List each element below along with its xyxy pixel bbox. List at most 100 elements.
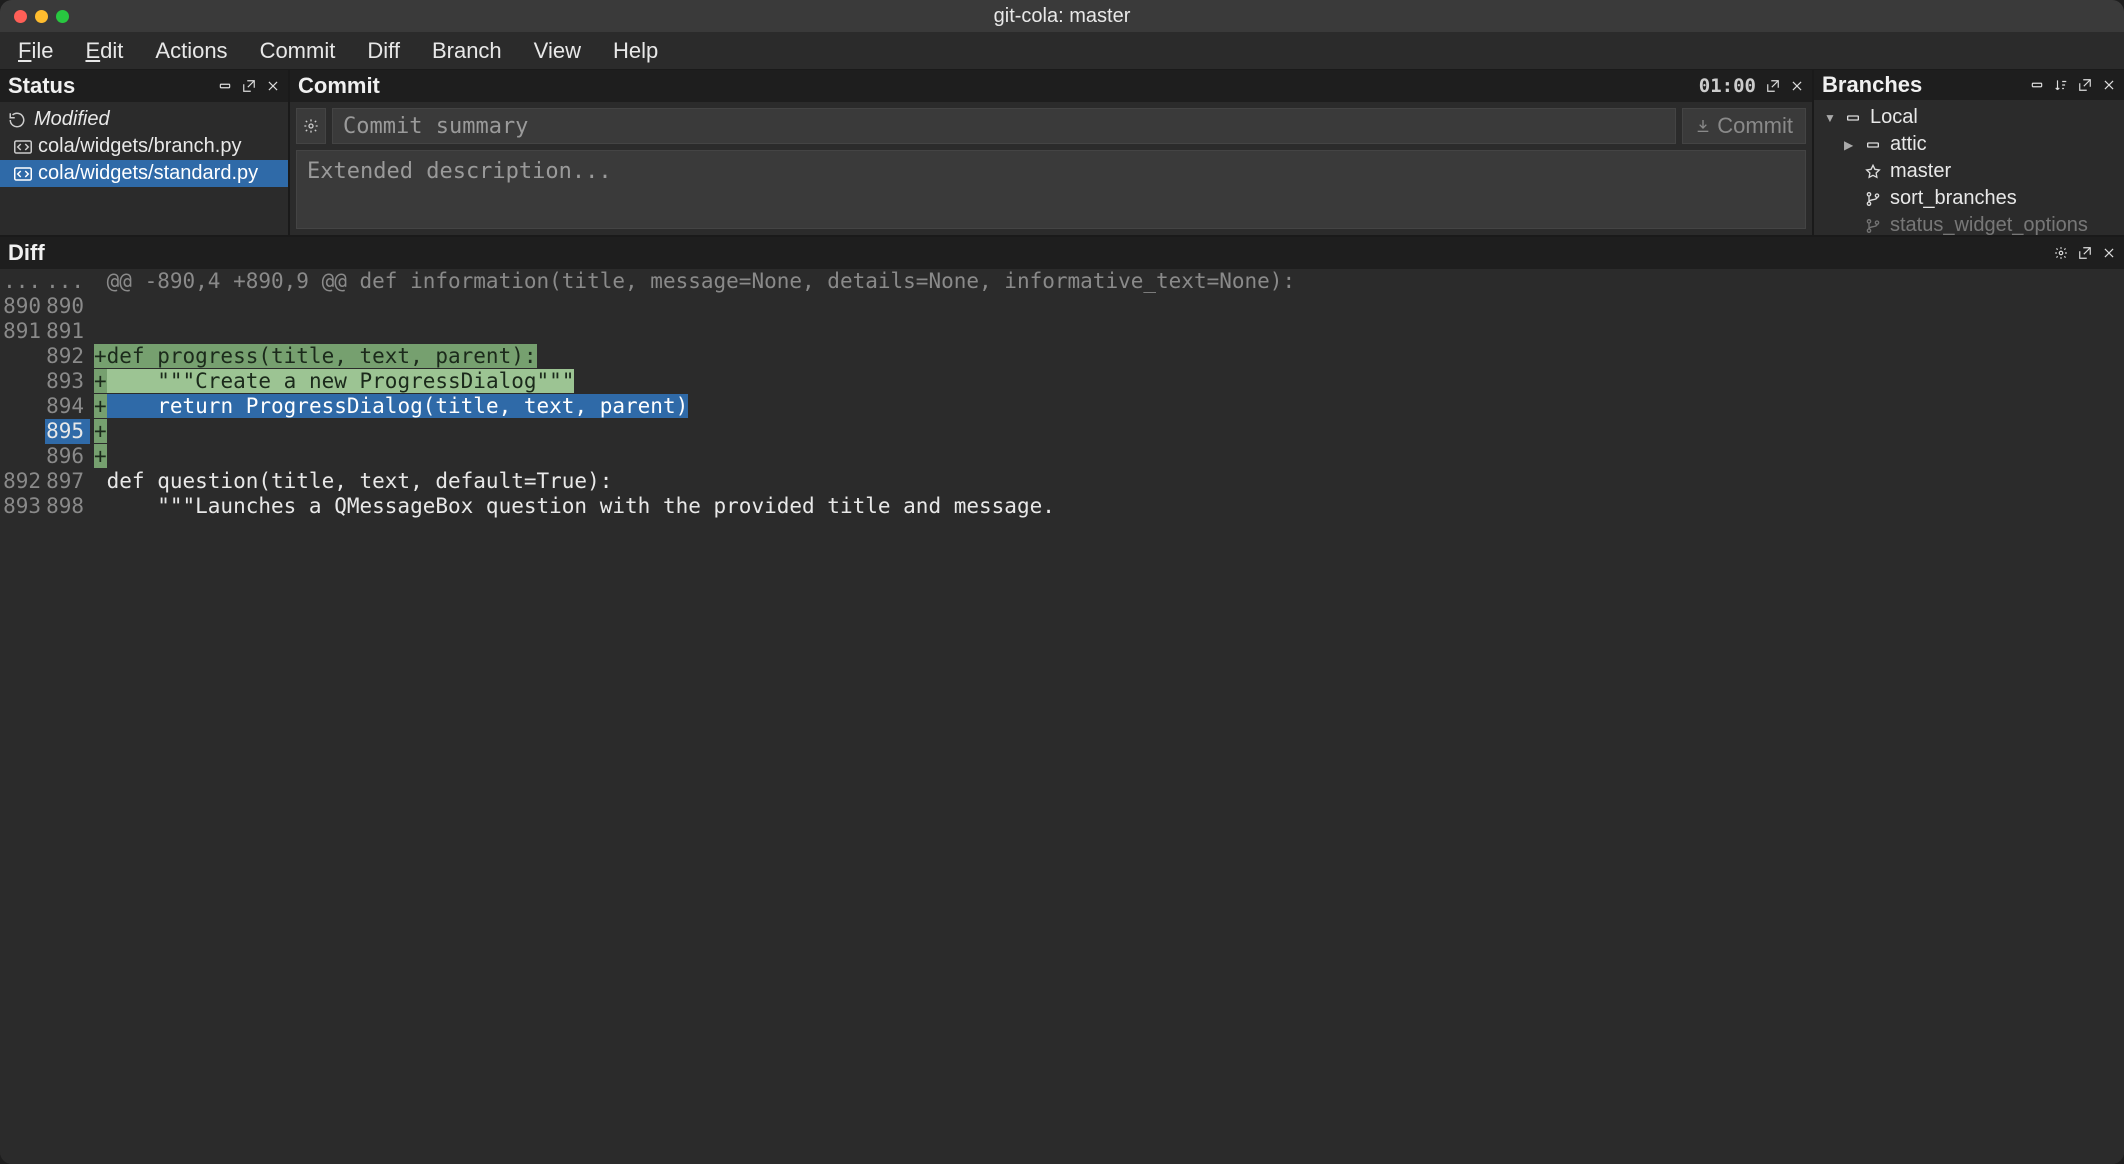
diff-code: def question(title, text, default=True): — [90, 469, 612, 494]
line-number-new: 892 — [45, 344, 90, 369]
folder-icon — [1844, 110, 1862, 126]
line-number-new: 890 — [45, 294, 90, 319]
menu-actions[interactable]: Actions — [147, 36, 235, 66]
branch-name: sort_branches — [1890, 187, 2017, 210]
diff-line[interactable]: ...... @@ -890,4 +890,9 @@ def informati… — [0, 269, 2124, 294]
branches-detach-icon[interactable] — [2078, 78, 2092, 92]
line-number-new: 894 — [45, 394, 90, 419]
diff-line[interactable]: 893+ """Create a new ProgressDialog""" — [0, 369, 2124, 394]
diff-detach-icon[interactable] — [2078, 246, 2092, 260]
branch-icon — [1864, 218, 1882, 234]
diff-line[interactable]: 893898 """Launches a QMessageBox questio… — [0, 494, 2124, 519]
branches-sort-icon[interactable] — [2054, 78, 2068, 92]
line-number-old — [0, 444, 45, 469]
diff-code: + — [90, 444, 107, 469]
star-icon — [1864, 164, 1882, 180]
diff-pane-header: Diff — [0, 237, 2124, 269]
line-number-old — [0, 369, 45, 394]
diff-code: + return ProgressDialog(title, text, par… — [90, 394, 688, 419]
branches-body: ▼ Local ▶ attic mas — [1814, 100, 2124, 235]
commit-options-button[interactable] — [296, 108, 326, 144]
branch-name: attic — [1890, 133, 1927, 156]
status-file[interactable]: cola/widgets/standard.py — [0, 160, 288, 187]
line-number-new: 896 — [45, 444, 90, 469]
menu-branch[interactable]: Branch — [424, 36, 510, 66]
status-body: Modified cola/widgets/branch.py cola/wid… — [0, 102, 288, 191]
line-number-new: 898 — [45, 494, 90, 519]
diff-line[interactable]: 890890 — [0, 294, 2124, 319]
line-number-old — [0, 344, 45, 369]
diff-pane: Diff ...... @@ -890,4 +890,9 @@ def info… — [0, 235, 2124, 1164]
commit-summary-input[interactable] — [332, 108, 1676, 144]
branch-name: status_widget_options — [1890, 214, 2088, 235]
line-number-old: ... — [0, 269, 45, 294]
commit-timer: 01:00 — [1699, 75, 1756, 97]
branches-collapse-icon[interactable] — [2030, 78, 2044, 92]
diff-line[interactable]: 894+ return ProgressDialog(title, text, … — [0, 394, 2124, 419]
line-number-old — [0, 419, 45, 444]
menu-edit[interactable]: Edit — [77, 36, 131, 66]
folder-icon — [1864, 137, 1882, 153]
branches-local-group[interactable]: ▼ Local — [1814, 104, 2124, 131]
app-window: git-cola: master File Edit Actions Commi… — [0, 0, 2124, 1164]
status-pane-header: Status — [0, 70, 288, 102]
diff-code: +def progress(title, text, parent): — [90, 344, 537, 369]
menu-view[interactable]: View — [526, 36, 589, 66]
diff-line[interactable]: 892+def progress(title, text, parent): — [0, 344, 2124, 369]
branch-item[interactable]: master — [1814, 158, 2124, 185]
diff-body[interactable]: ...... @@ -890,4 +890,9 @@ def informati… — [0, 269, 2124, 1164]
menubar: File Edit Actions Commit Diff Branch Vie… — [0, 32, 2124, 70]
line-number-new: 893 — [45, 369, 90, 394]
branch-item[interactable]: status_widget_options — [1814, 212, 2124, 235]
commit-detach-icon[interactable] — [1766, 79, 1780, 93]
diff-settings-icon[interactable] — [2054, 246, 2068, 260]
status-collapse-icon[interactable] — [218, 79, 232, 93]
branches-pane-header: Branches — [1814, 70, 2124, 100]
branches-pane: Branches ▼ — [1814, 70, 2124, 235]
branch-icon — [1864, 191, 1882, 207]
status-pane: Status Modified — [0, 70, 290, 235]
line-number-new: ... — [45, 269, 90, 294]
status-group-label: Modified — [34, 108, 110, 131]
commit-description-input[interactable] — [296, 150, 1806, 229]
commit-button[interactable]: Commit — [1682, 108, 1806, 144]
status-file[interactable]: cola/widgets/branch.py — [0, 133, 288, 160]
line-number-old: 890 — [0, 294, 45, 319]
branch-name: master — [1890, 160, 1951, 183]
diff-code — [90, 319, 94, 344]
status-group-modified[interactable]: Modified — [0, 106, 288, 133]
menu-file[interactable]: File — [10, 36, 61, 66]
expand-triangle-icon: ▼ — [1824, 111, 1836, 125]
menu-help[interactable]: Help — [605, 36, 666, 66]
status-close-icon[interactable] — [266, 79, 280, 93]
line-number-new: 891 — [45, 319, 90, 344]
diff-pane-title: Diff — [8, 240, 45, 266]
status-pane-title: Status — [8, 73, 75, 99]
commit-pane: Commit 01:00 Commit — [290, 70, 1814, 235]
branch-item[interactable]: sort_branches — [1814, 185, 2124, 212]
diff-line[interactable]: 896+ — [0, 444, 2124, 469]
branch-item[interactable]: ▶ attic — [1814, 131, 2124, 158]
line-number-old: 893 — [0, 494, 45, 519]
branches-pane-title: Branches — [1822, 72, 1922, 98]
commit-body: Commit — [290, 102, 1812, 235]
diff-line[interactable]: 895+ — [0, 419, 2124, 444]
menu-diff[interactable]: Diff — [359, 36, 408, 66]
status-file-path: cola/widgets/branch.py — [38, 135, 241, 158]
status-file-path: cola/widgets/standard.py — [38, 162, 258, 185]
commit-close-icon[interactable] — [1790, 79, 1804, 93]
titlebar: git-cola: master — [0, 0, 2124, 32]
line-number-old: 891 — [0, 319, 45, 344]
branches-local-label: Local — [1870, 106, 1918, 129]
status-detach-icon[interactable] — [242, 79, 256, 93]
file-diff-icon — [14, 139, 32, 155]
line-number-new: 895 — [45, 419, 90, 444]
branches-close-icon[interactable] — [2102, 78, 2116, 92]
file-diff-icon — [14, 166, 32, 182]
diff-line[interactable]: 891891 — [0, 319, 2124, 344]
diff-code: @@ -890,4 +890,9 @@ def information(titl… — [90, 269, 1295, 294]
diff-close-icon[interactable] — [2102, 246, 2116, 260]
diff-line[interactable]: 892897 def question(title, text, default… — [0, 469, 2124, 494]
diff-code — [90, 294, 94, 319]
menu-commit[interactable]: Commit — [252, 36, 344, 66]
